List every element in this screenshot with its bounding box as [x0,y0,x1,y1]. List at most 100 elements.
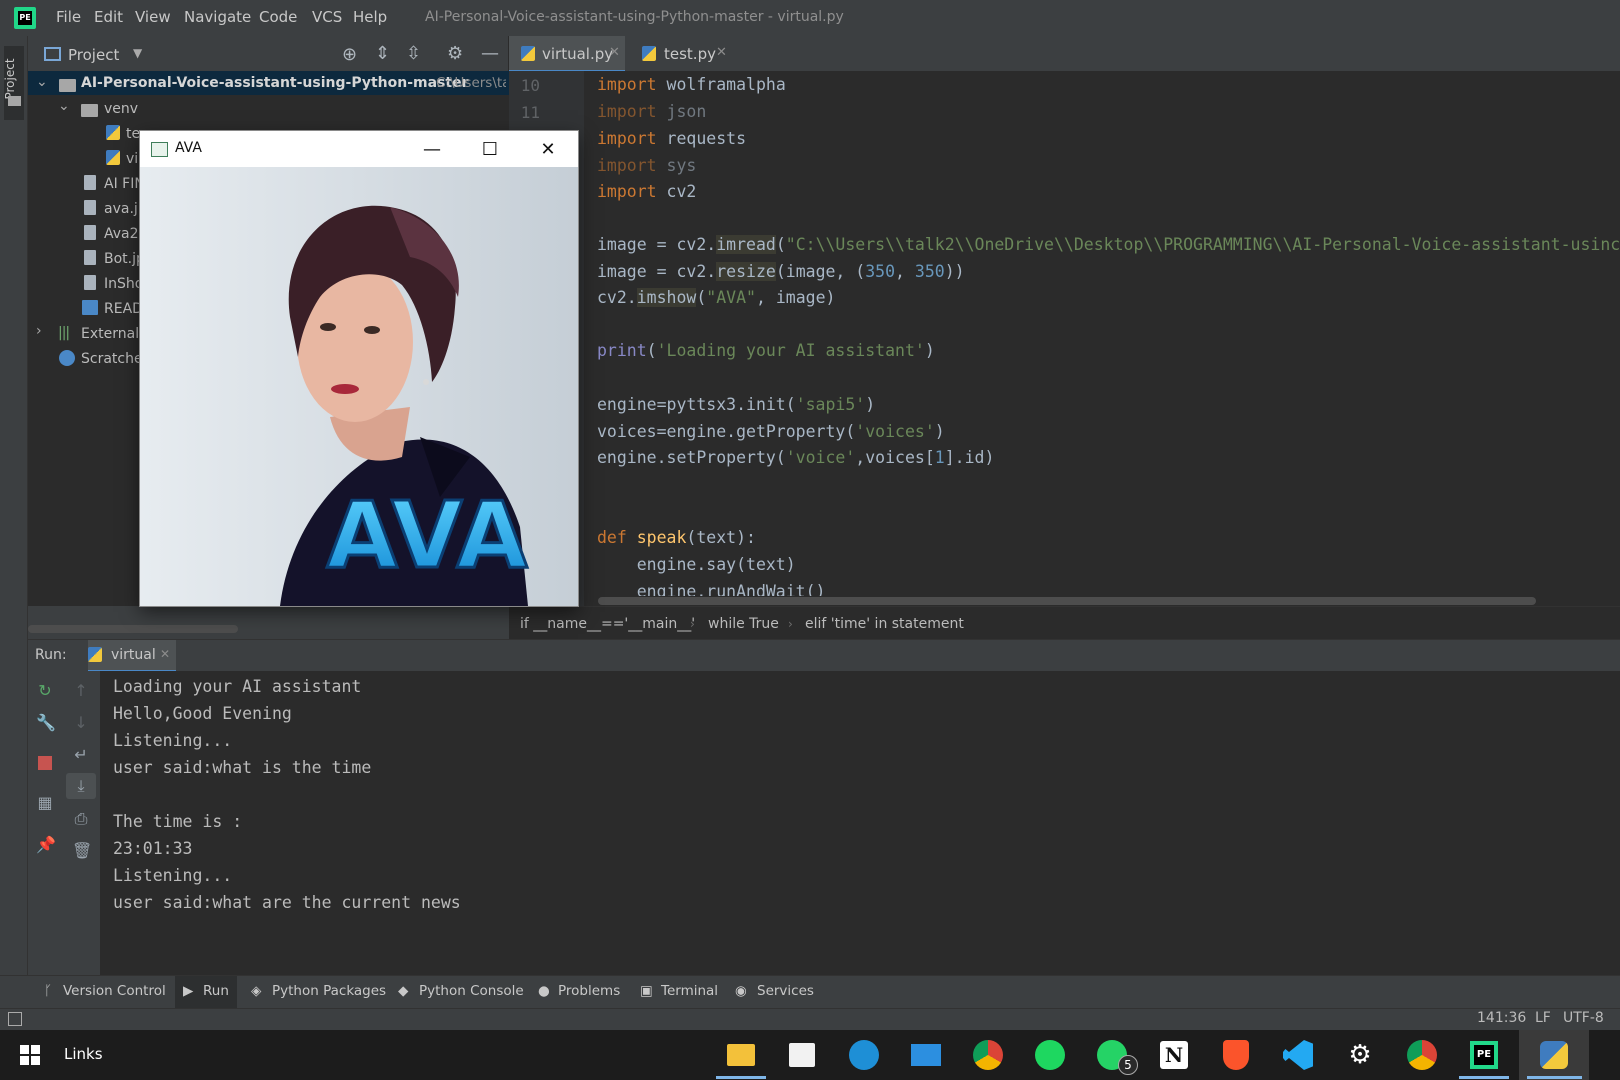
tree-item-readme[interactable]: READ [104,301,143,317]
root-folder-icon [59,77,76,96]
file-encoding[interactable]: UTF-8 [1563,1010,1604,1026]
close-icon[interactable]: ✕ [519,131,577,167]
run-console[interactable] [100,671,1620,975]
tree-item-virtual[interactable]: vi [126,151,138,167]
tab-python-console[interactable]: Python Console [419,983,524,999]
code-line: voices=engine.getProperty('voices') [597,422,945,441]
project-view-icon [44,47,61,61]
soft-wrap-icon[interactable]: ↵ [72,746,90,764]
scratches-icon [59,350,75,366]
menu-navigate[interactable]: Navigate [184,8,251,26]
layout-icon[interactable]: ▦ [36,794,54,812]
tab-test-label[interactable]: test.py [664,45,716,63]
microsoft-store-icon[interactable] [783,1036,821,1074]
editor-horizontal-scrollbar[interactable] [598,597,1536,605]
pycharm-logo-icon[interactable]: PE [14,7,36,29]
pin-icon[interactable]: 📌 [36,836,56,854]
tree-item-ai-fin[interactable]: AI FIN [104,176,145,192]
code-line: image = cv2.resize(image, (350, 350)) [597,262,965,281]
code-line: import sys [597,156,697,175]
tab-terminal[interactable]: Terminal [661,983,718,999]
breadcrumb-item[interactable]: elif 'time' in statement [805,616,964,632]
tree-item-bot-jpg[interactable]: Bot.jp [104,251,145,267]
chrome-profile-icon[interactable] [1403,1036,1441,1074]
breadcrumb-item[interactable]: while True [708,616,779,632]
wrench-icon[interactable]: 🔧 [36,714,56,732]
arrow-up-icon[interactable]: ↑ [72,682,90,700]
line-separator[interactable]: LF [1535,1010,1551,1026]
code-line: engine.runAndWait() [597,582,826,596]
close-icon[interactable]: ✕ [716,45,727,60]
arrow-down-icon[interactable]: ↓ [72,714,90,732]
chevron-down-icon[interactable]: ⌄ [36,74,48,90]
chevron-down-icon[interactable]: ▼ [133,46,142,60]
scroll-to-end-icon: ⤓ [77,776,85,795]
whatsapp-badge: 5 [1118,1055,1138,1075]
locate-icon[interactable]: ⊕ [342,44,357,65]
running-indicator [1459,1076,1509,1079]
menu-help[interactable]: Help [353,8,387,26]
settings-gear-icon[interactable]: ⚙ [1341,1036,1379,1074]
project-root-name[interactable]: AI-Personal-Voice-assistant-using-Python… [81,75,468,91]
spotify-icon[interactable] [1031,1036,1069,1074]
edge-browser-icon[interactable] [845,1036,883,1074]
chevron-right-icon[interactable]: › [36,323,42,339]
code-editor[interactable] [509,71,1620,606]
python-app-icon[interactable] [1535,1036,1573,1074]
tab-virtual-label: virtual.py [542,45,614,63]
play-icon: ▶ [183,983,194,999]
breadcrumb-item[interactable]: if __name__=='__main__' [520,616,695,632]
notion-icon[interactable]: N [1155,1036,1193,1074]
expand-all-icon[interactable]: ⇕ [375,43,390,64]
chevron-down-icon[interactable]: ⌄ [58,98,70,114]
pycharm-taskbar-icon[interactable]: PE [1465,1036,1503,1074]
tree-item-ava2[interactable]: Ava2. [104,226,143,242]
tree-item-test[interactable]: te [126,126,140,142]
vscode-icon[interactable] [1279,1036,1317,1074]
console-line: Loading your AI assistant [113,677,362,696]
code-line: print('Loading your AI assistant') [597,341,935,360]
tool-window-toggle-icon[interactable] [8,1012,22,1026]
brave-icon[interactable] [1217,1036,1255,1074]
cursor-position[interactable]: 141:36 [1477,1010,1526,1026]
code-line: def speak(text): [597,528,756,547]
left-tool-stripe [0,36,28,982]
ava-image-window[interactable]: AVA — ☐ ✕ AVA [140,131,578,606]
tree-item-venv[interactable]: venv [104,101,138,117]
project-panel-title[interactable]: Project [68,46,119,64]
rerun-icon[interactable]: ↻ [36,682,54,700]
taskbar-search-label[interactable]: Links [64,1045,103,1063]
running-indicator [716,1076,766,1079]
print-icon[interactable]: ⎙ [72,810,90,828]
windows-start-icon[interactable] [20,1045,40,1065]
menu-view[interactable]: View [135,8,171,26]
tab-version-control[interactable]: Version Control [63,983,166,999]
tab-problems[interactable]: Problems [558,983,620,999]
code-line: import json [597,102,707,121]
collapse-all-icon[interactable]: ⇳ [406,43,421,64]
close-icon[interactable]: ✕ [160,647,170,661]
python-icon [88,647,102,666]
menu-file[interactable]: File [56,8,81,26]
maximize-icon[interactable]: ☐ [461,131,519,167]
stop-icon[interactable] [38,756,52,770]
trash-icon[interactable]: 🗑 [72,842,92,860]
code-line: engine.setProperty('voice',voices[1].id) [597,448,995,467]
file-explorer-icon[interactable] [722,1036,760,1074]
tree-item-external-libraries[interactable]: External [81,326,139,342]
gear-icon[interactable]: ⚙ [447,43,463,64]
tree-item-inshot[interactable]: InSho [104,276,143,292]
close-icon[interactable]: ✕ [609,45,620,60]
mail-icon[interactable] [907,1036,945,1074]
tab-services[interactable]: Services [757,983,814,999]
minimize-panel-icon[interactable]: — [481,43,499,64]
menu-vcs[interactable]: VCS [312,8,342,26]
tab-run[interactable]: Run [203,983,229,999]
tab-python-packages[interactable]: Python Packages [272,983,386,999]
chrome-icon[interactable] [969,1036,1007,1074]
minimize-icon[interactable]: — [403,131,461,167]
menu-edit[interactable]: Edit [94,8,123,26]
file-icon [84,175,96,194]
menu-code[interactable]: Code [259,8,297,26]
project-horizontal-scrollbar[interactable] [28,625,238,633]
